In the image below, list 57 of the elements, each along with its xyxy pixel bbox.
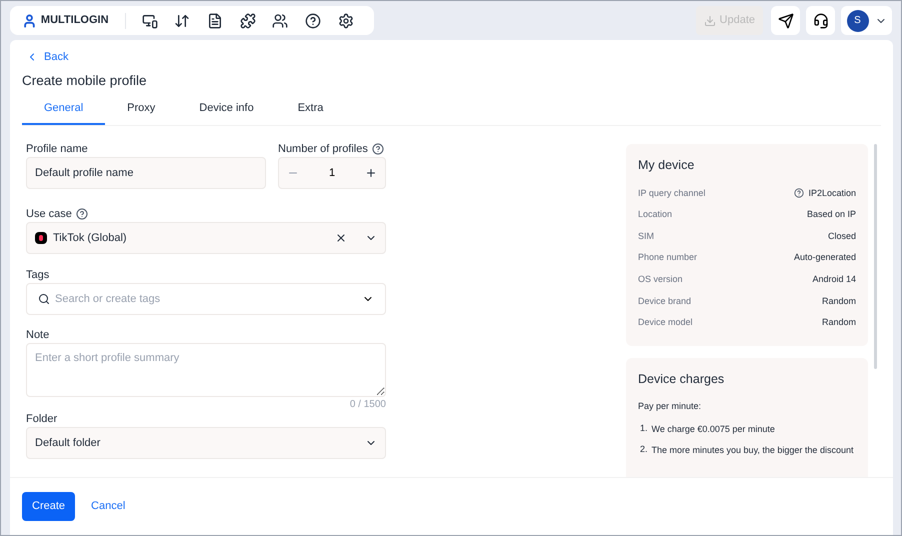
clear-icon[interactable] — [335, 232, 347, 244]
stepper-value: 1 — [328, 166, 336, 180]
account-menu[interactable]: S — [841, 6, 892, 35]
note-field[interactable]: Enter a short profile summary — [26, 342, 386, 397]
help-icon[interactable] — [76, 208, 88, 220]
tab[interactable]: Extra — [276, 94, 346, 125]
list-number: 2. — [640, 443, 648, 456]
character-counter: 0 / 1500 — [350, 398, 386, 412]
property-label: SIM — [638, 230, 654, 243]
tab[interactable]: General — [22, 94, 106, 125]
property-label: OS version — [638, 272, 683, 286]
create-button[interactable]: Create — [22, 492, 76, 521]
pricing-item: We charge €0.0075 per minute — [652, 422, 775, 436]
help-icon[interactable] — [372, 142, 384, 155]
field-label: Folder — [26, 412, 58, 426]
card-title: Device charges — [638, 370, 726, 388]
field-label: Tags — [26, 268, 50, 282]
field-label: Note — [26, 328, 50, 342]
logo-icon — [22, 12, 37, 28]
back-link[interactable]: Back — [26, 49, 881, 66]
search-icon — [38, 292, 50, 305]
pricing-intro: Pay per minute: — [638, 400, 702, 414]
property-value: IP2Location — [808, 186, 856, 200]
field-label: Number of profiles — [278, 142, 368, 156]
send-icon[interactable] — [771, 6, 800, 35]
logo-text: MULTILOGIN — [40, 13, 109, 28]
property-value: Random — [822, 294, 856, 308]
property-value: Android 14 — [812, 272, 856, 286]
use-case-select[interactable]: TikTok (Global) — [26, 222, 386, 254]
help-icon[interactable] — [794, 188, 804, 198]
property-label: Phone number — [638, 251, 698, 264]
property-label: Device brand — [638, 294, 692, 308]
field-label: Profile name — [26, 142, 88, 156]
plus-icon[interactable] — [365, 166, 377, 179]
property-value: Based on IP — [806, 208, 856, 222]
headset-icon[interactable] — [806, 6, 835, 35]
number-stepper[interactable]: 1 — [278, 156, 386, 189]
field-label: Use case — [26, 206, 72, 222]
tab[interactable]: Device info — [177, 94, 276, 125]
card-title: My device — [638, 156, 696, 174]
property-value: Random — [822, 316, 856, 330]
property-label: Device model — [638, 316, 693, 330]
tags-field[interactable]: Search or create tags — [26, 282, 386, 315]
page-title: Create mobile profile — [22, 72, 148, 90]
folder-select[interactable]: Default folder — [26, 426, 386, 459]
property-label: Location — [638, 208, 672, 222]
list-number: 1. — [640, 422, 648, 435]
download-icon — [704, 14, 716, 26]
tiktok-icon — [35, 232, 47, 244]
property-value: Closed — [828, 230, 856, 243]
avatar: S — [846, 10, 868, 32]
profile-name-field[interactable]: Default profile name — [26, 156, 266, 189]
property-value: Auto-generated — [794, 251, 856, 264]
tab[interactable]: Proxy — [105, 94, 178, 125]
pricing-item: The more minutes you buy, the bigger the discount — [652, 444, 854, 458]
cancel-link[interactable]: Cancel — [91, 498, 126, 515]
property-label: IP query channel — [638, 186, 706, 200]
